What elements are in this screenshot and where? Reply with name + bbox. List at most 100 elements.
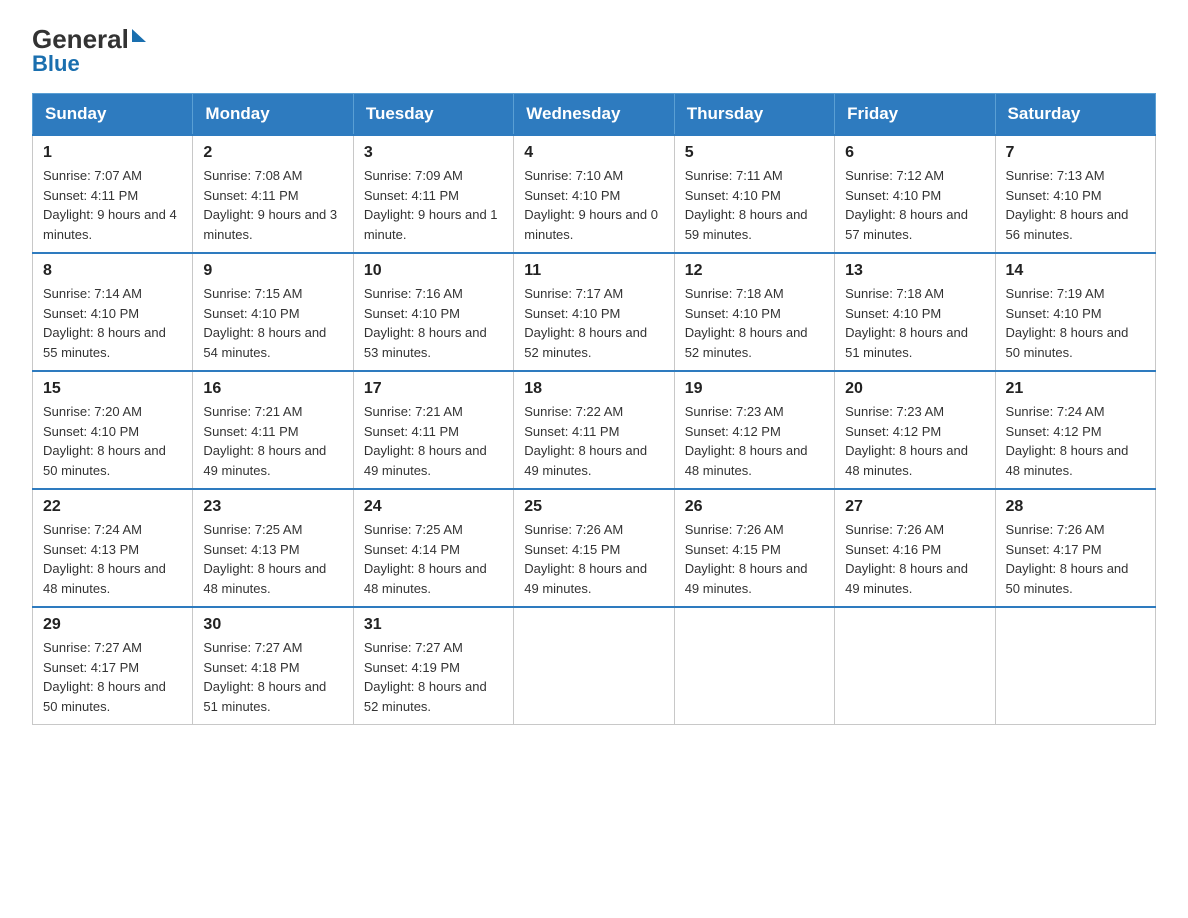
day-number: 24	[364, 498, 503, 516]
empty-cell	[514, 607, 674, 725]
day-cell-16: 16 Sunrise: 7:21 AMSunset: 4:11 PMDaylig…	[193, 371, 353, 489]
day-cell-30: 30 Sunrise: 7:27 AMSunset: 4:18 PMDaylig…	[193, 607, 353, 725]
day-number: 16	[203, 380, 342, 398]
day-number: 30	[203, 616, 342, 634]
day-info: Sunrise: 7:21 AMSunset: 4:11 PMDaylight:…	[364, 402, 503, 480]
day-info: Sunrise: 7:26 AMSunset: 4:15 PMDaylight:…	[685, 520, 824, 598]
day-cell-17: 17 Sunrise: 7:21 AMSunset: 4:11 PMDaylig…	[353, 371, 513, 489]
day-number: 13	[845, 262, 984, 280]
day-info: Sunrise: 7:24 AMSunset: 4:12 PMDaylight:…	[1006, 402, 1145, 480]
day-number: 27	[845, 498, 984, 516]
day-info: Sunrise: 7:27 AMSunset: 4:17 PMDaylight:…	[43, 638, 182, 716]
day-info: Sunrise: 7:23 AMSunset: 4:12 PMDaylight:…	[685, 402, 824, 480]
day-number: 19	[685, 380, 824, 398]
logo-blue-text: Blue	[32, 51, 80, 77]
day-number: 12	[685, 262, 824, 280]
page-header: General Blue	[32, 24, 1156, 77]
day-cell-18: 18 Sunrise: 7:22 AMSunset: 4:11 PMDaylig…	[514, 371, 674, 489]
day-cell-9: 9 Sunrise: 7:15 AMSunset: 4:10 PMDayligh…	[193, 253, 353, 371]
logo: General Blue	[32, 24, 146, 77]
day-info: Sunrise: 7:14 AMSunset: 4:10 PMDaylight:…	[43, 284, 182, 362]
day-info: Sunrise: 7:07 AMSunset: 4:11 PMDaylight:…	[43, 166, 182, 244]
day-info: Sunrise: 7:19 AMSunset: 4:10 PMDaylight:…	[1006, 284, 1145, 362]
day-cell-2: 2 Sunrise: 7:08 AMSunset: 4:11 PMDayligh…	[193, 135, 353, 253]
week-row-1: 1 Sunrise: 7:07 AMSunset: 4:11 PMDayligh…	[33, 135, 1156, 253]
day-number: 14	[1006, 262, 1145, 280]
calendar-table: SundayMondayTuesdayWednesdayThursdayFrid…	[32, 93, 1156, 725]
day-info: Sunrise: 7:26 AMSunset: 4:16 PMDaylight:…	[845, 520, 984, 598]
column-header-thursday: Thursday	[674, 94, 834, 136]
day-number: 4	[524, 144, 663, 162]
column-header-saturday: Saturday	[995, 94, 1155, 136]
day-info: Sunrise: 7:24 AMSunset: 4:13 PMDaylight:…	[43, 520, 182, 598]
day-info: Sunrise: 7:20 AMSunset: 4:10 PMDaylight:…	[43, 402, 182, 480]
day-info: Sunrise: 7:26 AMSunset: 4:15 PMDaylight:…	[524, 520, 663, 598]
day-number: 9	[203, 262, 342, 280]
week-row-4: 22 Sunrise: 7:24 AMSunset: 4:13 PMDaylig…	[33, 489, 1156, 607]
day-cell-29: 29 Sunrise: 7:27 AMSunset: 4:17 PMDaylig…	[33, 607, 193, 725]
day-info: Sunrise: 7:09 AMSunset: 4:11 PMDaylight:…	[364, 166, 503, 244]
day-info: Sunrise: 7:15 AMSunset: 4:10 PMDaylight:…	[203, 284, 342, 362]
day-cell-14: 14 Sunrise: 7:19 AMSunset: 4:10 PMDaylig…	[995, 253, 1155, 371]
day-number: 18	[524, 380, 663, 398]
day-number: 23	[203, 498, 342, 516]
column-header-sunday: Sunday	[33, 94, 193, 136]
day-cell-5: 5 Sunrise: 7:11 AMSunset: 4:10 PMDayligh…	[674, 135, 834, 253]
day-number: 29	[43, 616, 182, 634]
day-number: 3	[364, 144, 503, 162]
day-number: 8	[43, 262, 182, 280]
day-cell-22: 22 Sunrise: 7:24 AMSunset: 4:13 PMDaylig…	[33, 489, 193, 607]
empty-cell	[835, 607, 995, 725]
day-info: Sunrise: 7:10 AMSunset: 4:10 PMDaylight:…	[524, 166, 663, 244]
day-info: Sunrise: 7:27 AMSunset: 4:19 PMDaylight:…	[364, 638, 503, 716]
week-row-3: 15 Sunrise: 7:20 AMSunset: 4:10 PMDaylig…	[33, 371, 1156, 489]
day-number: 6	[845, 144, 984, 162]
column-header-wednesday: Wednesday	[514, 94, 674, 136]
day-number: 17	[364, 380, 503, 398]
week-row-2: 8 Sunrise: 7:14 AMSunset: 4:10 PMDayligh…	[33, 253, 1156, 371]
day-cell-20: 20 Sunrise: 7:23 AMSunset: 4:12 PMDaylig…	[835, 371, 995, 489]
day-number: 25	[524, 498, 663, 516]
day-cell-24: 24 Sunrise: 7:25 AMSunset: 4:14 PMDaylig…	[353, 489, 513, 607]
day-number: 15	[43, 380, 182, 398]
day-cell-6: 6 Sunrise: 7:12 AMSunset: 4:10 PMDayligh…	[835, 135, 995, 253]
day-cell-3: 3 Sunrise: 7:09 AMSunset: 4:11 PMDayligh…	[353, 135, 513, 253]
day-cell-27: 27 Sunrise: 7:26 AMSunset: 4:16 PMDaylig…	[835, 489, 995, 607]
column-header-friday: Friday	[835, 94, 995, 136]
column-header-monday: Monday	[193, 94, 353, 136]
day-info: Sunrise: 7:12 AMSunset: 4:10 PMDaylight:…	[845, 166, 984, 244]
day-number: 31	[364, 616, 503, 634]
day-cell-13: 13 Sunrise: 7:18 AMSunset: 4:10 PMDaylig…	[835, 253, 995, 371]
day-cell-15: 15 Sunrise: 7:20 AMSunset: 4:10 PMDaylig…	[33, 371, 193, 489]
day-cell-11: 11 Sunrise: 7:17 AMSunset: 4:10 PMDaylig…	[514, 253, 674, 371]
day-number: 7	[1006, 144, 1145, 162]
day-info: Sunrise: 7:18 AMSunset: 4:10 PMDaylight:…	[685, 284, 824, 362]
day-number: 22	[43, 498, 182, 516]
calendar-header-row: SundayMondayTuesdayWednesdayThursdayFrid…	[33, 94, 1156, 136]
day-cell-1: 1 Sunrise: 7:07 AMSunset: 4:11 PMDayligh…	[33, 135, 193, 253]
day-number: 26	[685, 498, 824, 516]
empty-cell	[995, 607, 1155, 725]
day-info: Sunrise: 7:08 AMSunset: 4:11 PMDaylight:…	[203, 166, 342, 244]
day-number: 5	[685, 144, 824, 162]
day-cell-4: 4 Sunrise: 7:10 AMSunset: 4:10 PMDayligh…	[514, 135, 674, 253]
day-cell-7: 7 Sunrise: 7:13 AMSunset: 4:10 PMDayligh…	[995, 135, 1155, 253]
day-number: 1	[43, 144, 182, 162]
day-number: 2	[203, 144, 342, 162]
day-info: Sunrise: 7:17 AMSunset: 4:10 PMDaylight:…	[524, 284, 663, 362]
day-info: Sunrise: 7:11 AMSunset: 4:10 PMDaylight:…	[685, 166, 824, 244]
day-info: Sunrise: 7:18 AMSunset: 4:10 PMDaylight:…	[845, 284, 984, 362]
day-info: Sunrise: 7:26 AMSunset: 4:17 PMDaylight:…	[1006, 520, 1145, 598]
day-cell-31: 31 Sunrise: 7:27 AMSunset: 4:19 PMDaylig…	[353, 607, 513, 725]
day-number: 10	[364, 262, 503, 280]
day-cell-25: 25 Sunrise: 7:26 AMSunset: 4:15 PMDaylig…	[514, 489, 674, 607]
day-info: Sunrise: 7:22 AMSunset: 4:11 PMDaylight:…	[524, 402, 663, 480]
empty-cell	[674, 607, 834, 725]
day-cell-19: 19 Sunrise: 7:23 AMSunset: 4:12 PMDaylig…	[674, 371, 834, 489]
column-header-tuesday: Tuesday	[353, 94, 513, 136]
logo-arrow-icon	[132, 29, 146, 42]
day-cell-8: 8 Sunrise: 7:14 AMSunset: 4:10 PMDayligh…	[33, 253, 193, 371]
day-cell-28: 28 Sunrise: 7:26 AMSunset: 4:17 PMDaylig…	[995, 489, 1155, 607]
day-cell-23: 23 Sunrise: 7:25 AMSunset: 4:13 PMDaylig…	[193, 489, 353, 607]
day-cell-26: 26 Sunrise: 7:26 AMSunset: 4:15 PMDaylig…	[674, 489, 834, 607]
